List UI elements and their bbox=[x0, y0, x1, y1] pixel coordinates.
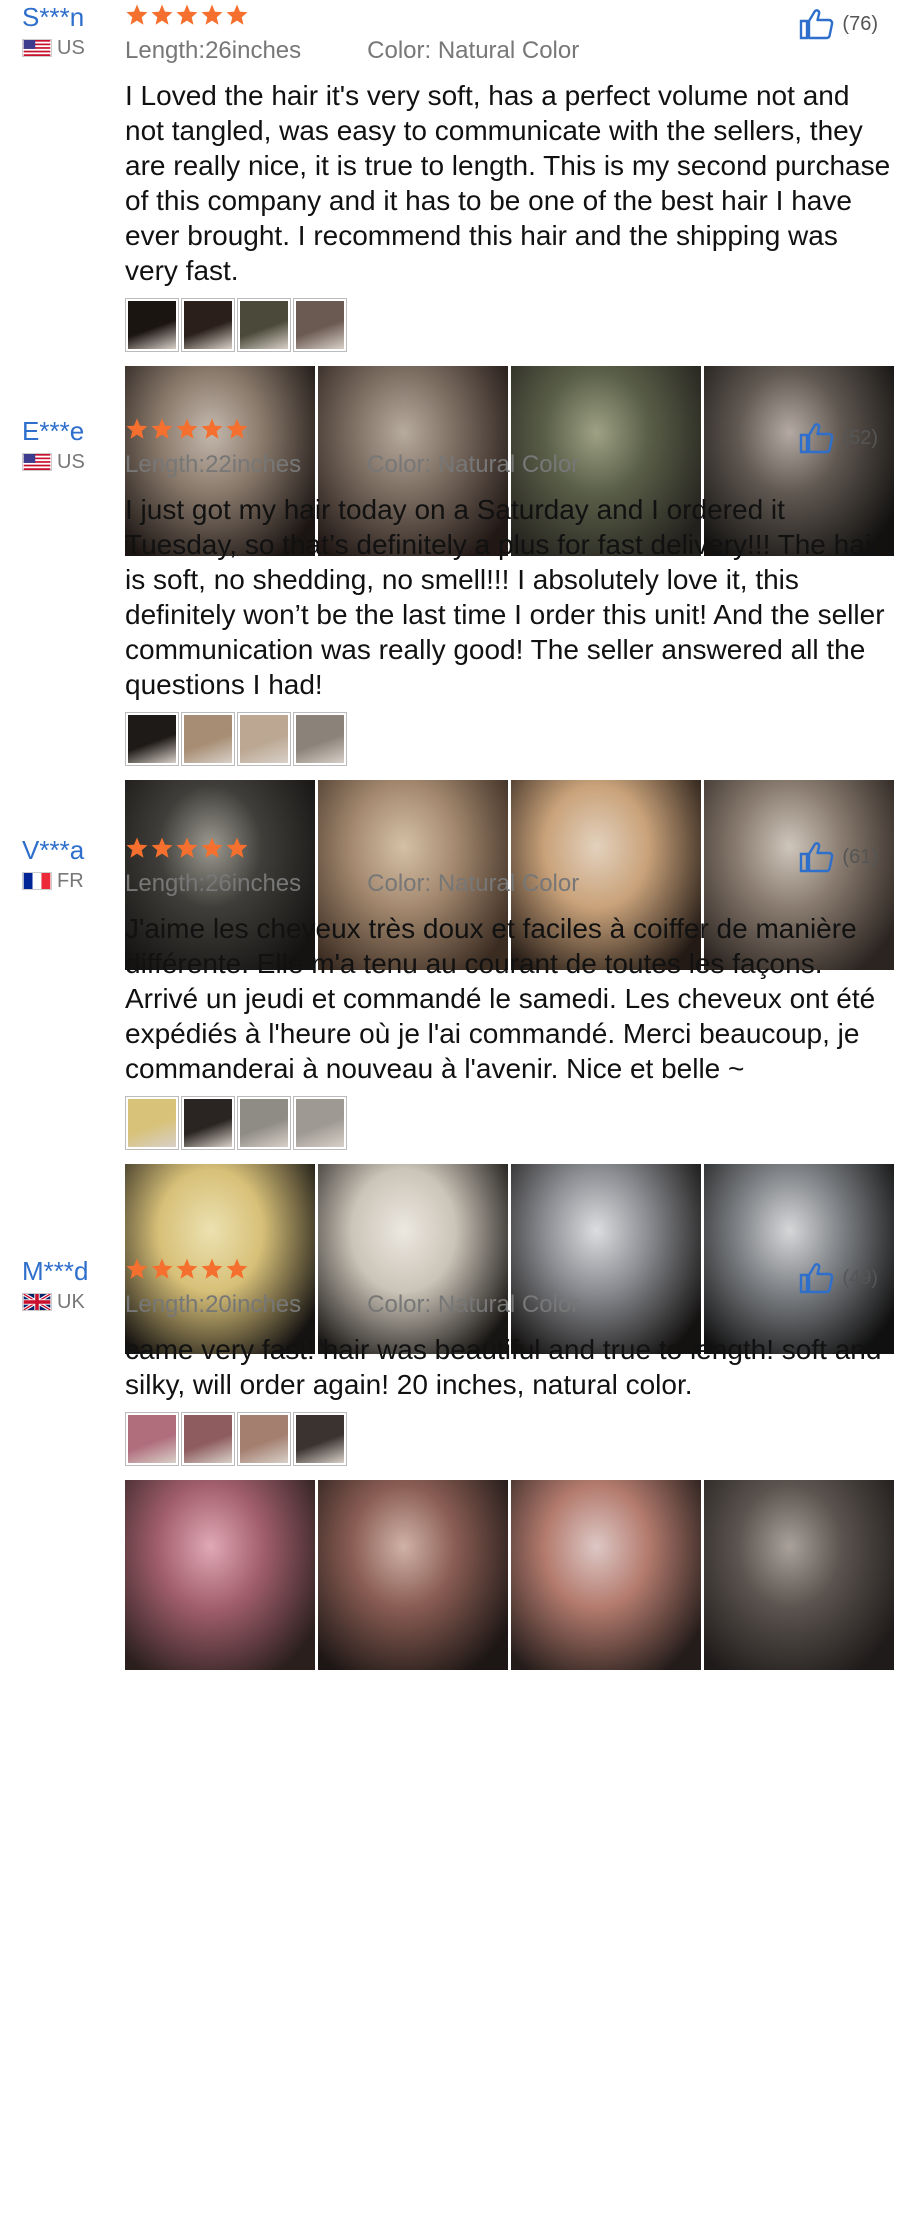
length-attribute: Length:20inches bbox=[125, 1291, 302, 1318]
review-thumbnail[interactable] bbox=[293, 298, 347, 352]
star-icon bbox=[175, 417, 199, 441]
review-photo[interactable] bbox=[511, 1480, 701, 1670]
star-icon bbox=[150, 1257, 174, 1281]
review-thumbnail[interactable] bbox=[293, 712, 347, 766]
star-icon bbox=[150, 417, 174, 441]
reviewer-name[interactable]: E***e bbox=[22, 414, 85, 448]
reviewer-info: S***n US bbox=[22, 0, 85, 60]
review-item: E***e US (52) Length:22inches Color: Natu… bbox=[0, 414, 900, 970]
reviewer-name[interactable]: M***d bbox=[22, 1254, 88, 1288]
length-attribute: Length:26inches bbox=[125, 870, 302, 897]
star-icon bbox=[225, 836, 249, 860]
review-thumbnail[interactable] bbox=[181, 298, 235, 352]
thumbnail-strip bbox=[125, 298, 895, 352]
review-photo[interactable] bbox=[704, 1480, 894, 1670]
color-attribute: Color: Natural Color bbox=[367, 451, 580, 478]
review-item: S***n US (76) Length:26inches Color: Natu… bbox=[0, 0, 900, 556]
photo-gallery bbox=[125, 1480, 895, 1670]
us-flag-icon bbox=[22, 39, 52, 57]
review-attributes: Length:26inches Color: Natural Color bbox=[125, 869, 895, 899]
us-flag-icon bbox=[22, 453, 52, 471]
review-text: came very fast! hair was beautiful and t… bbox=[125, 1334, 882, 1400]
star-rating bbox=[125, 414, 895, 444]
review-thumbnail[interactable] bbox=[237, 1412, 291, 1466]
reviewer-info: V***a FR bbox=[22, 833, 84, 893]
star-icon bbox=[225, 1257, 249, 1281]
star-icon bbox=[225, 417, 249, 441]
country-code: UK bbox=[57, 1291, 85, 1313]
star-icon bbox=[150, 3, 174, 27]
star-icon bbox=[175, 1257, 199, 1281]
review-thumbnail[interactable] bbox=[125, 1096, 179, 1150]
review-text: J'aime les cheveux très doux et faciles … bbox=[125, 913, 876, 1084]
reviewer-info: E***e US bbox=[22, 414, 85, 474]
star-icon bbox=[150, 836, 174, 860]
review-item: V***a FR (61) Length:26inches Color: Natu… bbox=[0, 833, 900, 1354]
reviewer-country: US bbox=[22, 36, 85, 60]
review-thumbnail[interactable] bbox=[293, 1096, 347, 1150]
length-attribute: Length:26inches bbox=[125, 37, 302, 64]
review-thumbnail[interactable] bbox=[125, 298, 179, 352]
color-attribute: Color: Natural Color bbox=[367, 1291, 580, 1318]
country-code: US bbox=[57, 451, 85, 473]
star-icon bbox=[200, 417, 224, 441]
reviewer-country: US bbox=[22, 450, 85, 474]
star-icon bbox=[125, 3, 149, 27]
length-attribute: Length:22inches bbox=[125, 451, 302, 478]
fr-flag-icon bbox=[22, 872, 52, 890]
star-icon bbox=[125, 417, 149, 441]
country-code: US bbox=[57, 37, 85, 59]
thumbnail-strip bbox=[125, 1412, 895, 1466]
thumbnail-strip bbox=[125, 712, 895, 766]
reviewer-name[interactable]: S***n bbox=[22, 0, 85, 34]
star-icon bbox=[125, 1257, 149, 1281]
star-icon bbox=[200, 1257, 224, 1281]
star-icon bbox=[125, 836, 149, 860]
color-attribute: Color: Natural Color bbox=[367, 870, 580, 897]
review-attributes: Length:20inches Color: Natural Color bbox=[125, 1290, 895, 1320]
review-text: I Loved the hair it's very soft, has a p… bbox=[125, 80, 891, 286]
country-code: FR bbox=[57, 870, 84, 892]
reviewer-info: M***d UK bbox=[22, 1254, 88, 1314]
review-thumbnail[interactable] bbox=[181, 712, 235, 766]
review-thumbnail[interactable] bbox=[125, 712, 179, 766]
review-item: M***d UK (49) Length:20inches Color: Natu… bbox=[0, 1254, 900, 2213]
star-icon bbox=[175, 3, 199, 27]
review-thumbnail[interactable] bbox=[181, 1096, 235, 1150]
review-thumbnail[interactable] bbox=[293, 1412, 347, 1466]
reviewer-country: FR bbox=[22, 869, 84, 893]
review-thumbnail[interactable] bbox=[125, 1412, 179, 1466]
star-rating bbox=[125, 1254, 895, 1284]
review-attributes: Length:22inches Color: Natural Color bbox=[125, 450, 895, 480]
star-rating bbox=[125, 833, 895, 863]
review-photo[interactable] bbox=[125, 1480, 315, 1670]
star-icon bbox=[200, 3, 224, 27]
reviewer-name[interactable]: V***a bbox=[22, 833, 84, 867]
star-rating bbox=[125, 0, 895, 30]
review-thumbnail[interactable] bbox=[237, 1096, 291, 1150]
thumbnail-strip bbox=[125, 1096, 895, 1150]
review-body: Length:20inches Color: Natural Color came… bbox=[125, 1254, 895, 1670]
review-thumbnail[interactable] bbox=[181, 1412, 235, 1466]
review-thumbnail[interactable] bbox=[237, 298, 291, 352]
uk-flag-icon bbox=[22, 1293, 52, 1311]
review-photo[interactable] bbox=[318, 1480, 508, 1670]
color-attribute: Color: Natural Color bbox=[367, 37, 580, 64]
review-text: I just got my hair today on a Saturday a… bbox=[125, 494, 885, 700]
reviewer-country: UK bbox=[22, 1290, 88, 1314]
star-icon bbox=[225, 3, 249, 27]
review-attributes: Length:26inches Color: Natural Color bbox=[125, 36, 895, 66]
star-icon bbox=[200, 836, 224, 860]
review-thumbnail[interactable] bbox=[237, 712, 291, 766]
star-icon bbox=[175, 836, 199, 860]
